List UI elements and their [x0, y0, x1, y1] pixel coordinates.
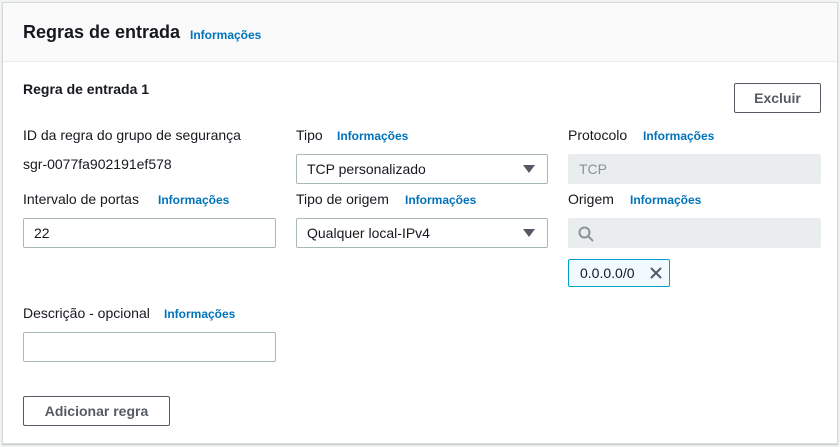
- source-info-link[interactable]: Informações: [630, 193, 701, 207]
- search-icon: [578, 226, 594, 242]
- type-select[interactable]: TCP personalizado: [296, 154, 548, 184]
- source-type-select[interactable]: Qualquer local-IPv4: [296, 218, 548, 248]
- source-search-input[interactable]: [568, 218, 821, 248]
- protocol-info-link[interactable]: Informações: [643, 129, 714, 143]
- description-label: Descrição - opcional: [23, 305, 150, 321]
- rule-id-label: ID da regra do grupo de segurança: [23, 127, 241, 143]
- source-label: Origem: [568, 191, 614, 207]
- description-input[interactable]: [23, 332, 276, 362]
- source-cidr-value: 0.0.0.0/0: [580, 265, 635, 281]
- port-range-value: 22: [34, 225, 50, 241]
- protocol-input: TCP: [568, 154, 821, 184]
- page-title: Regras de entrada: [23, 22, 181, 42]
- rule-title: Regra de entrada 1: [23, 81, 150, 97]
- port-range-label: Intervalo de portas: [23, 191, 139, 207]
- source-type-select-value: Qualquer local-IPv4: [307, 225, 430, 241]
- source-type-info-link[interactable]: Informações: [405, 193, 476, 207]
- protocol-label: Protocolo: [568, 127, 628, 143]
- source-cidr-token: 0.0.0.0/0: [568, 259, 670, 287]
- source-type-label: Tipo de origem: [296, 191, 389, 207]
- add-rule-button[interactable]: Adicionar regra: [23, 396, 170, 426]
- port-range-input[interactable]: 22: [23, 218, 276, 248]
- delete-button[interactable]: Excluir: [734, 83, 821, 113]
- header-info-link[interactable]: Informações: [190, 28, 261, 42]
- type-label: Tipo: [296, 127, 323, 143]
- port-range-info-link[interactable]: Informações: [158, 193, 229, 207]
- panel-header: Regras de entrada Informações: [3, 3, 837, 62]
- caret-down-icon: [523, 229, 535, 237]
- inbound-rules-panel: Regras de entrada Informações Regra de e…: [2, 2, 838, 444]
- description-info-link[interactable]: Informações: [164, 307, 235, 321]
- protocol-value: TCP: [579, 161, 607, 177]
- rule-id-value: sgr-0077fa902191ef578: [23, 156, 172, 172]
- type-select-value: TCP personalizado: [307, 161, 426, 177]
- type-info-link[interactable]: Informações: [337, 129, 408, 143]
- close-icon[interactable]: [649, 266, 663, 280]
- caret-down-icon: [523, 165, 535, 173]
